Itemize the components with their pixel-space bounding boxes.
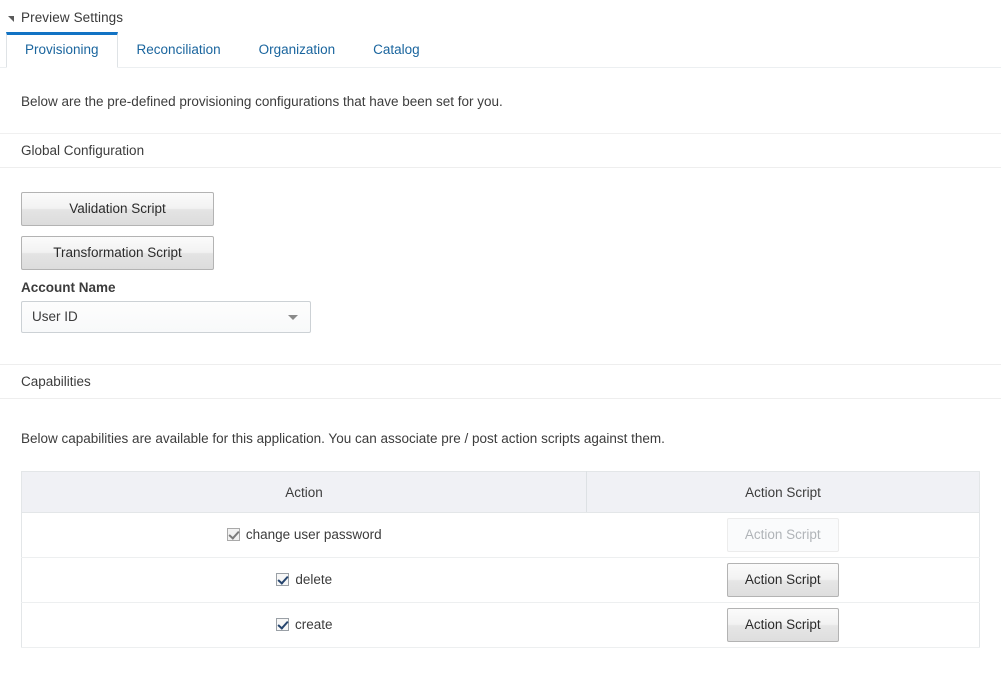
cell-action: create (21, 602, 587, 648)
capability-label: create (294, 616, 333, 632)
cell-action: change user password (21, 512, 587, 558)
transformation-script-button[interactable]: Transformation Script (21, 236, 214, 270)
page-title: Preview Settings (21, 10, 124, 25)
table-row: create Action Script (21, 602, 980, 648)
action-script-button-change-user-password: Action Script (726, 518, 839, 552)
cell-action-script: Action Script (586, 602, 980, 648)
account-name-label: Account Name (21, 280, 116, 295)
tab-provisioning[interactable]: Provisioning (6, 32, 118, 68)
tab-strip: Provisioning Reconciliation Organization… (0, 32, 1001, 68)
tab-organization[interactable]: Organization (240, 32, 355, 68)
cell-action-script: Action Script (586, 557, 980, 603)
panel-header[interactable]: Preview Settings (0, 0, 1001, 33)
cell-action: delete (21, 557, 587, 603)
table-header-row: Action Action Script (21, 471, 980, 513)
tab-content-provisioning: Below are the pre-defined provisioning c… (0, 94, 1001, 648)
column-header-action-script: Action Script (586, 471, 980, 513)
account-name-selected-value: User ID (32, 309, 78, 324)
column-header-action: Action (21, 471, 587, 513)
capability-checkbox-create[interactable] (275, 617, 289, 631)
tab-catalog[interactable]: Catalog (354, 32, 439, 68)
tab-reconciliation[interactable]: Reconciliation (118, 32, 240, 68)
action-script-button-delete[interactable]: Action Script (726, 563, 839, 597)
table-body: change user password Action Script delet… (21, 512, 980, 648)
table-row: change user password Action Script (21, 512, 980, 558)
triangle-collapse-icon[interactable] (8, 15, 14, 22)
cell-action-script: Action Script (586, 512, 980, 558)
chevron-down-icon[interactable] (288, 315, 298, 320)
intro-text: Below are the pre-defined provisioning c… (21, 94, 503, 109)
section-header-global-configuration: Global Configuration (0, 133, 1001, 168)
action-script-button-create[interactable]: Action Script (726, 608, 839, 642)
validation-script-button[interactable]: Validation Script (21, 192, 214, 226)
table-head: Action Action Script (21, 471, 980, 513)
capability-label: change user password (245, 526, 382, 542)
capability-label: delete (295, 571, 333, 587)
table-row: delete Action Script (21, 557, 980, 603)
capability-checkbox-change-user-password[interactable] (226, 527, 240, 541)
capabilities-table: Action Action Script change user passwor… (21, 471, 980, 648)
account-name-select[interactable]: User ID (21, 301, 311, 333)
capability-checkbox-delete[interactable] (276, 572, 290, 586)
section-header-capabilities: Capabilities (0, 364, 1001, 399)
capabilities-description: Below capabilities are available for thi… (21, 431, 665, 446)
global-config-buttons: Validation Script Transformation Script (21, 192, 1001, 270)
